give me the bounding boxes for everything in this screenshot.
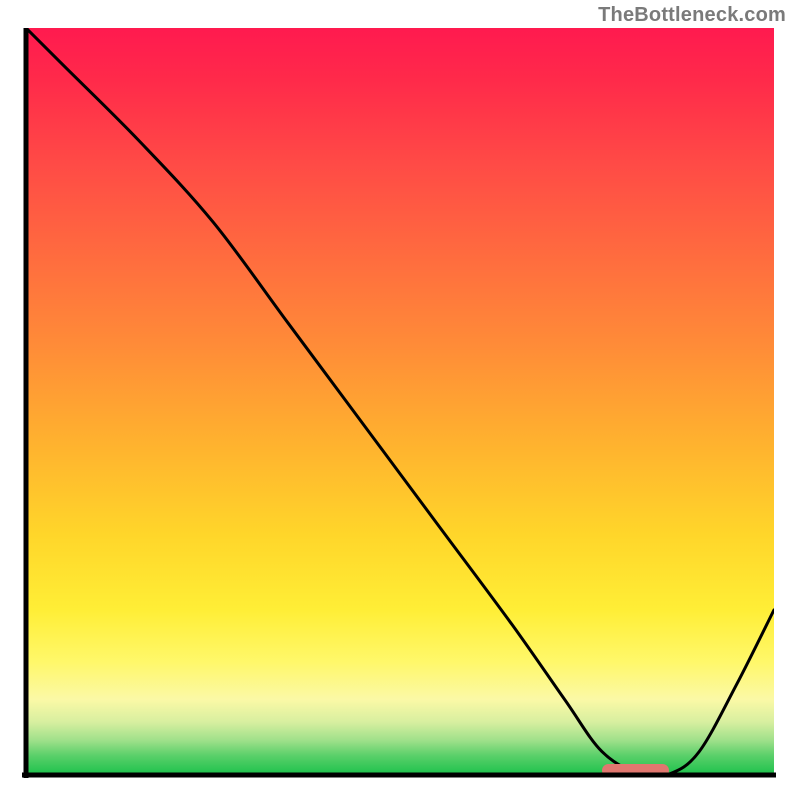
chart-root: TheBottleneck.com bbox=[0, 0, 800, 800]
target-marker bbox=[602, 764, 669, 774]
attribution-text: TheBottleneck.com bbox=[598, 4, 786, 27]
curve-layer bbox=[26, 28, 774, 774]
plot-area bbox=[26, 28, 774, 774]
bottleneck-curve bbox=[26, 28, 774, 774]
